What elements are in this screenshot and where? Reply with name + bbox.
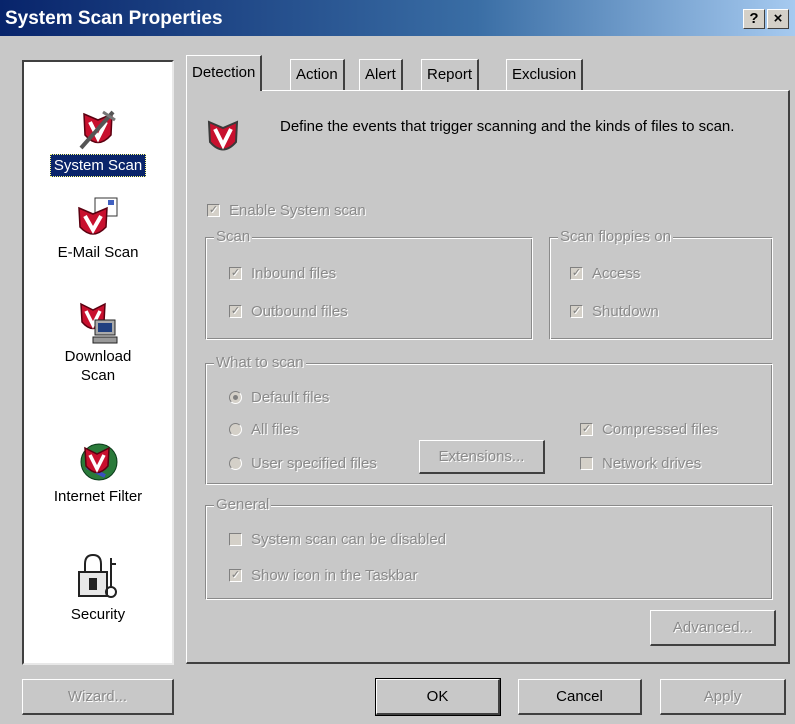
scan-group: Scan bbox=[205, 228, 533, 340]
radio-circle bbox=[229, 391, 242, 404]
group-title: What to scan bbox=[214, 354, 306, 371]
checkbox-box: ✓ bbox=[207, 204, 220, 217]
shutdown-checkbox[interactable]: ✓ Shutdown bbox=[570, 303, 659, 320]
radio-label: Default files bbox=[251, 389, 330, 406]
group-title: General bbox=[214, 496, 272, 513]
group-title: Scan bbox=[214, 228, 253, 245]
apply-button[interactable]: Apply bbox=[660, 679, 786, 715]
radio-circle bbox=[229, 457, 242, 470]
sidebar-item-label: Security bbox=[70, 606, 126, 623]
checkbox-label: Outbound files bbox=[251, 303, 348, 320]
show-taskbar-icon-checkbox[interactable]: ✓ Show icon in the Taskbar bbox=[229, 567, 418, 584]
checkbox-label: Show icon in the Taskbar bbox=[251, 567, 418, 584]
extensions-button[interactable]: Extensions... bbox=[419, 440, 545, 474]
sidebar-item-system-scan[interactable]: System Scan bbox=[24, 108, 172, 177]
access-checkbox[interactable]: ✓ Access bbox=[570, 265, 640, 282]
checkbox-box: ✓ bbox=[229, 569, 242, 582]
group-title: Scan floppies on bbox=[558, 228, 673, 245]
network-drives-checkbox[interactable]: Network drives bbox=[580, 455, 701, 472]
sidebar-item-security[interactable]: Security bbox=[24, 552, 172, 625]
close-button[interactable]: × bbox=[767, 9, 789, 29]
checkbox-label: Compressed files bbox=[602, 421, 718, 438]
radio-circle bbox=[229, 423, 242, 436]
compressed-files-checkbox[interactable]: ✓ Compressed files bbox=[580, 421, 718, 438]
cancel-button[interactable]: Cancel bbox=[518, 679, 642, 715]
download-scan-icon bbox=[80, 302, 118, 344]
checkbox-box: ✓ bbox=[570, 267, 583, 280]
internet-filter-icon bbox=[80, 443, 118, 481]
can-be-disabled-checkbox[interactable]: System scan can be disabled bbox=[229, 531, 446, 548]
shield-icon bbox=[207, 120, 239, 151]
general-group: General bbox=[205, 496, 773, 600]
help-button[interactable]: ? bbox=[743, 9, 765, 29]
checkbox-label: Network drives bbox=[602, 455, 702, 472]
sidebar-item-label: E-Mail Scan bbox=[57, 244, 139, 261]
sidebar-item-label: System Scan bbox=[49, 154, 147, 177]
enable-system-scan-checkbox[interactable]: ✓ Enable System scan bbox=[207, 202, 366, 219]
checkbox-label: Enable System scan bbox=[229, 202, 366, 219]
checkbox-label: Access bbox=[592, 265, 641, 282]
sidebar: System Scan E-Mail Scan Download Scan In… bbox=[22, 60, 174, 665]
checkbox-label: Inbound files bbox=[251, 265, 337, 282]
checkbox-box: ✓ bbox=[570, 305, 583, 318]
outbound-files-checkbox[interactable]: ✓ Outbound files bbox=[229, 303, 348, 320]
email-scan-icon bbox=[78, 197, 118, 235]
tab-action[interactable]: Action bbox=[290, 59, 345, 90]
default-files-radio[interactable]: Default files bbox=[229, 389, 329, 406]
checkbox-box: ✓ bbox=[580, 423, 593, 436]
checkbox-box bbox=[580, 457, 593, 470]
tab-detection[interactable]: Detection bbox=[186, 55, 263, 91]
advanced-button[interactable]: Advanced... bbox=[650, 610, 776, 646]
checkbox-label: Shutdown bbox=[592, 303, 659, 320]
tab-alert[interactable]: Alert bbox=[359, 59, 403, 90]
checkbox-box bbox=[229, 533, 242, 546]
inbound-files-checkbox[interactable]: ✓ Inbound files bbox=[229, 265, 336, 282]
radio-label: User specified files bbox=[251, 455, 377, 472]
checkbox-box: ✓ bbox=[229, 267, 242, 280]
ok-button[interactable]: OK bbox=[375, 678, 501, 716]
window-title: System Scan Properties bbox=[5, 8, 223, 29]
sidebar-item-label: Download Scan bbox=[64, 348, 132, 384]
user-specified-files-radio[interactable]: User specified files bbox=[229, 455, 377, 472]
sidebar-item-internet-filter[interactable]: Internet Filter bbox=[24, 440, 172, 507]
all-files-radio[interactable]: All files bbox=[229, 421, 299, 438]
sidebar-item-label: Internet Filter bbox=[53, 488, 143, 505]
title-bar: System Scan Properties ? × bbox=[0, 0, 795, 36]
radio-label: All files bbox=[251, 421, 299, 438]
tab-report[interactable]: Report bbox=[421, 59, 480, 90]
sidebar-item-download-scan[interactable]: Download Scan bbox=[24, 300, 172, 386]
scan-floppies-group: Scan floppies on bbox=[549, 228, 773, 340]
checkbox-label: System scan can be disabled bbox=[251, 531, 447, 548]
checkbox-box: ✓ bbox=[229, 305, 242, 318]
tab-exclusion[interactable]: Exclusion bbox=[506, 59, 584, 90]
padlock-icon bbox=[78, 553, 117, 598]
sidebar-item-email-scan[interactable]: E-Mail Scan bbox=[24, 196, 172, 263]
wizard-button[interactable]: Wizard... bbox=[22, 679, 174, 715]
description-text: Define the events that trigger scanning … bbox=[280, 118, 735, 135]
system-scan-icon bbox=[79, 110, 116, 150]
